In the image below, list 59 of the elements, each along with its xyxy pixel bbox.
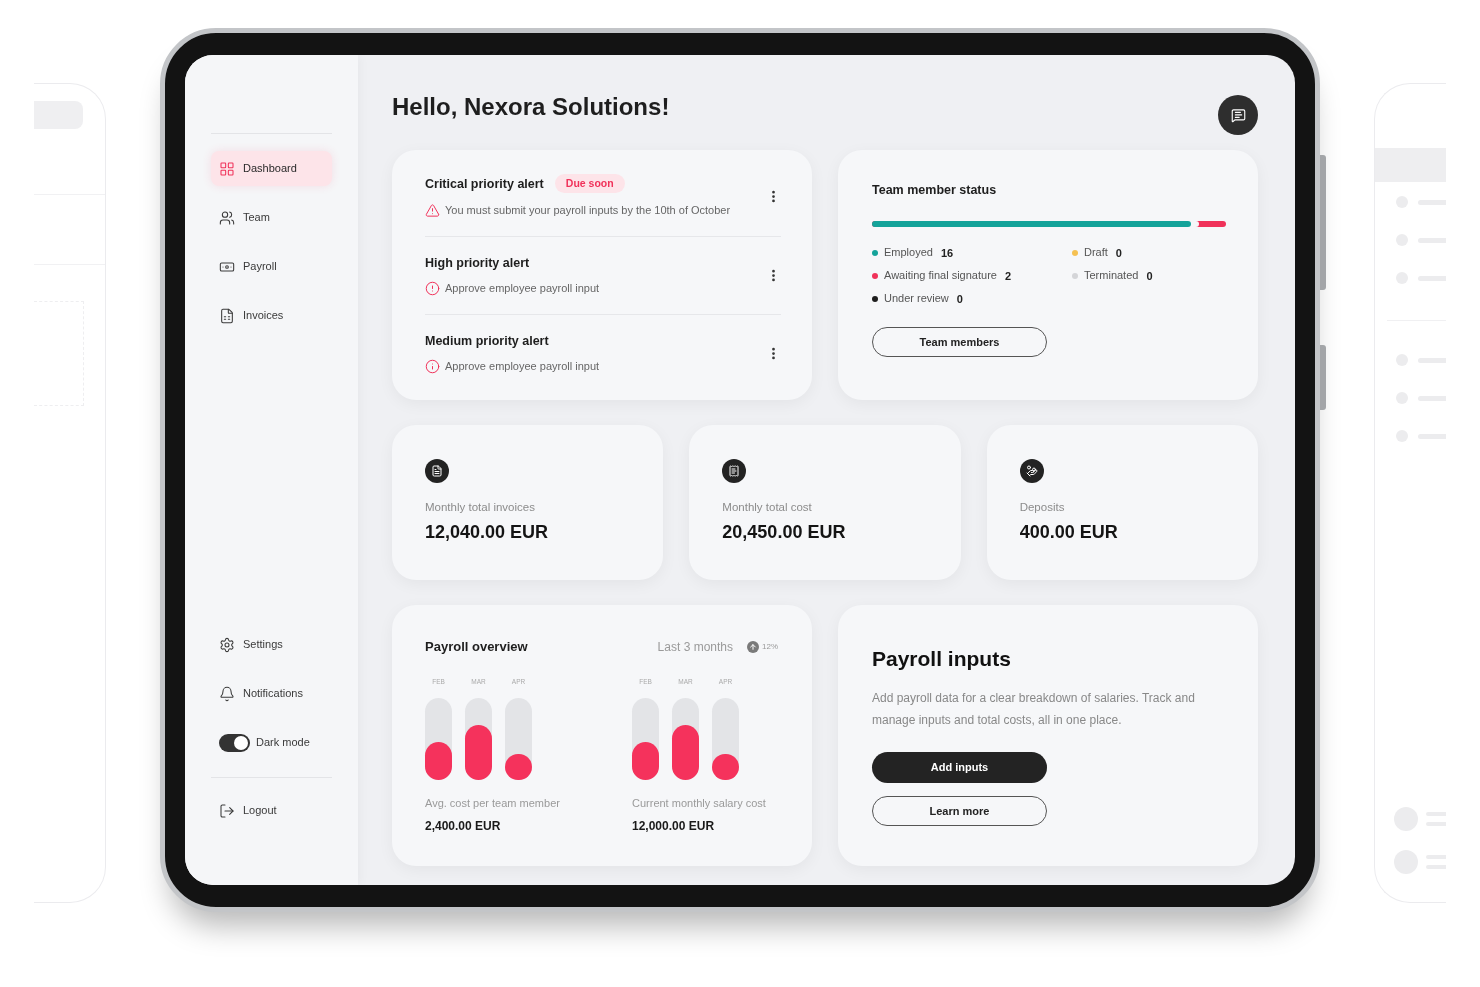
stat-value: 20,450.00 EUR <box>722 521 847 544</box>
card-title: Team member status <box>872 182 998 198</box>
logout-button[interactable]: Logout <box>211 793 332 828</box>
sidebar-item[interactable]: Invoices <box>211 298 332 333</box>
logout-icon <box>219 802 235 819</box>
status-label: Awaiting final signature <box>884 268 997 284</box>
add-button[interactable]: Add inputs <box>872 752 1047 783</box>
message-icon <box>1230 107 1246 123</box>
hand-coins-icon <box>1019 459 1044 483</box>
alert-message: Approve employee payroll input <box>445 359 600 374</box>
document-icon <box>425 459 449 483</box>
due-soon-badge: Due soon <box>554 174 625 193</box>
status-count: 0 <box>1146 269 1153 285</box>
spreadsheet-file-icon <box>219 307 235 324</box>
alert-message: You must submit your payroll inputs by the 10th of October <box>445 203 731 218</box>
sidebar-item[interactable]: Notifications <box>211 676 332 711</box>
status-count: 2 <box>1004 269 1012 285</box>
chat-button[interactable] <box>1218 95 1258 135</box>
grid-icon <box>219 160 235 177</box>
stat-label: Monthly total invoices <box>425 500 536 514</box>
alert-title: Medium priority alert <box>425 333 549 349</box>
alert-title: High priority alert <box>425 255 530 271</box>
stat-value: 12,040.00 EUR <box>425 521 550 544</box>
card-heading: Payroll inputs <box>872 646 1012 672</box>
status-label: Under review <box>884 291 949 307</box>
status-label: Draft <box>1084 245 1108 261</box>
page-title: Hello, Nexora Solutions! <box>392 92 670 122</box>
chart-caption: Current monthly salary cost <box>632 796 767 810</box>
alert-title: Critical priority alert <box>425 175 544 192</box>
receipt-icon <box>722 459 747 483</box>
trend-percent: 12% <box>762 641 778 653</box>
alert-message: Approve employee payroll input <box>445 281 600 296</box>
users-icon <box>219 209 235 226</box>
card-title: Payroll overview <box>425 638 528 657</box>
alert-circle-icon <box>425 280 440 296</box>
chart-caption: Avg. cost per team member <box>425 796 561 810</box>
stat-value: 400.00 EUR <box>1019 521 1119 544</box>
chart-value: 12,000.00 EUR <box>632 818 716 834</box>
period-label: Last 3 months <box>657 639 733 656</box>
info-icon <box>425 358 440 374</box>
warning-icon <box>425 202 440 218</box>
status-count: 16 <box>940 246 954 262</box>
trend-up-icon <box>747 641 759 653</box>
sidebar-item[interactable]: Payroll <box>211 249 332 284</box>
settings-icon <box>219 636 235 653</box>
toggle-label: Dark mode <box>256 735 310 751</box>
sidebar-item[interactable]: Settings <box>211 627 332 662</box>
dark-mode-toggle[interactable] <box>219 733 250 752</box>
bell-icon <box>219 685 235 702</box>
status-count: 0 <box>956 292 963 308</box>
status-count: 0 <box>1115 246 1122 262</box>
status-label: Employed <box>884 245 933 261</box>
card-description: Add payroll data for a clear breakdown of salaries. Track and manage inputs and total costs, all in one place. <box>872 690 1196 729</box>
sidebar-item[interactable]: Dashboard <box>211 151 332 186</box>
chart-value: 2,400.00 EUR <box>425 818 502 834</box>
status-label: Terminated <box>1084 268 1139 284</box>
stat-label: Deposits <box>1019 500 1066 514</box>
sidebar-item[interactable]: Team <box>211 200 332 235</box>
stat-label: Monthly total cost <box>722 500 813 514</box>
